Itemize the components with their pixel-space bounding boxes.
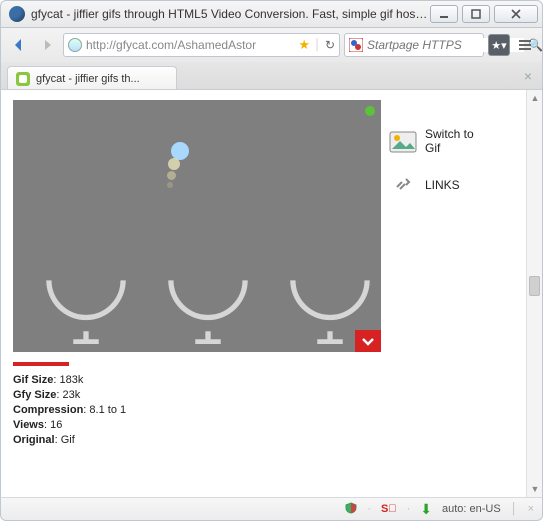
window-titlebar: gfycat - jiffier gifs through HTML5 Vide… — [0, 0, 543, 28]
links-label: LINKS — [425, 178, 460, 192]
tab-strip: gfycat - jiffier gifs th... × — [0, 62, 543, 90]
tab-favicon — [16, 72, 30, 86]
scroll-up-icon[interactable]: ▲ — [527, 90, 543, 106]
search-bar[interactable]: 🔍 — [344, 33, 484, 57]
anim-ball — [168, 158, 180, 170]
vertical-scrollbar[interactable]: ▲ ▼ — [526, 90, 542, 497]
tabs-close-icon[interactable]: × — [524, 68, 532, 84]
globe-outline — [33, 238, 139, 344]
stat-row: Gfy Size: 23k — [13, 389, 522, 401]
close-button[interactable] — [494, 5, 538, 23]
search-provider-icon[interactable] — [349, 38, 363, 52]
page-content: Switch to Gif LINKS Gif Size: 183k Gfy S… — [1, 90, 526, 497]
status-sep: │ — [511, 503, 518, 515]
shield-icon[interactable] — [345, 502, 357, 517]
anim-ball — [167, 182, 173, 188]
content-wrap: Switch to Gif LINKS Gif Size: 183k Gfy S… — [0, 90, 543, 497]
switch-line2: Gif — [425, 141, 440, 155]
globe-icon — [68, 38, 82, 52]
script-block-icon[interactable]: S⃠ — [381, 503, 397, 515]
download-icon[interactable]: ⬇ — [420, 501, 432, 518]
globe-outline — [277, 238, 383, 344]
url-sep: │ — [314, 39, 321, 51]
lang-indicator[interactable]: auto: en-US — [442, 503, 501, 515]
scroll-down-icon[interactable]: ▼ — [527, 481, 543, 497]
status-close-icon[interactable]: × — [528, 503, 534, 515]
bookmarks-menu-button[interactable]: ★▾ — [488, 34, 510, 56]
divider-accent — [13, 362, 69, 366]
scroll-thumb[interactable] — [529, 276, 540, 296]
globe-outline — [155, 238, 261, 344]
url-bar[interactable]: ★ │ ↻ — [63, 33, 340, 57]
right-column: Switch to Gif LINKS — [389, 100, 522, 352]
status-sep: · — [407, 503, 411, 515]
bookmark-star-icon[interactable]: ★ — [298, 37, 310, 53]
window-title: gfycat - jiffier gifs through HTML5 Vide… — [31, 7, 430, 21]
expand-button[interactable] — [355, 330, 381, 352]
links-button[interactable]: LINKS — [389, 174, 522, 196]
tab-label: gfycat - jiffier gifs th... — [36, 73, 140, 85]
switch-to-gif-button[interactable]: Switch to Gif — [389, 128, 522, 156]
maximize-button[interactable] — [462, 5, 490, 23]
stat-row: Gif Size: 183k — [13, 374, 522, 386]
switch-line1: Switch to — [425, 127, 474, 141]
hamburger-menu-button[interactable] — [514, 34, 536, 56]
minimize-button[interactable] — [430, 5, 458, 23]
url-input[interactable] — [86, 38, 294, 52]
video-player[interactable] — [13, 100, 381, 352]
forward-button[interactable] — [35, 33, 59, 57]
app-favicon — [9, 6, 25, 22]
link-icon — [389, 174, 417, 196]
picture-icon — [389, 131, 417, 153]
reload-button[interactable]: ↻ — [325, 38, 335, 52]
stat-row: Views: 16 — [13, 419, 522, 431]
stat-row: Compression: 8.1 to 1 — [13, 404, 522, 416]
back-button[interactable] — [7, 33, 31, 57]
status-bar: · S⃠ · ⬇ auto: en-US │ × — [0, 497, 543, 521]
tab-active[interactable]: gfycat - jiffier gifs th... — [7, 66, 177, 90]
nav-toolbar: ★ │ ↻ 🔍 ★▾ — [0, 28, 543, 62]
stats-block: Gif Size: 183k Gfy Size: 23k Compression… — [13, 374, 522, 446]
stat-row: Original: Gif — [13, 434, 522, 446]
status-dot-icon — [365, 106, 375, 116]
anim-ball — [167, 171, 176, 180]
status-sep: · — [367, 503, 371, 515]
window-controls — [430, 5, 538, 23]
